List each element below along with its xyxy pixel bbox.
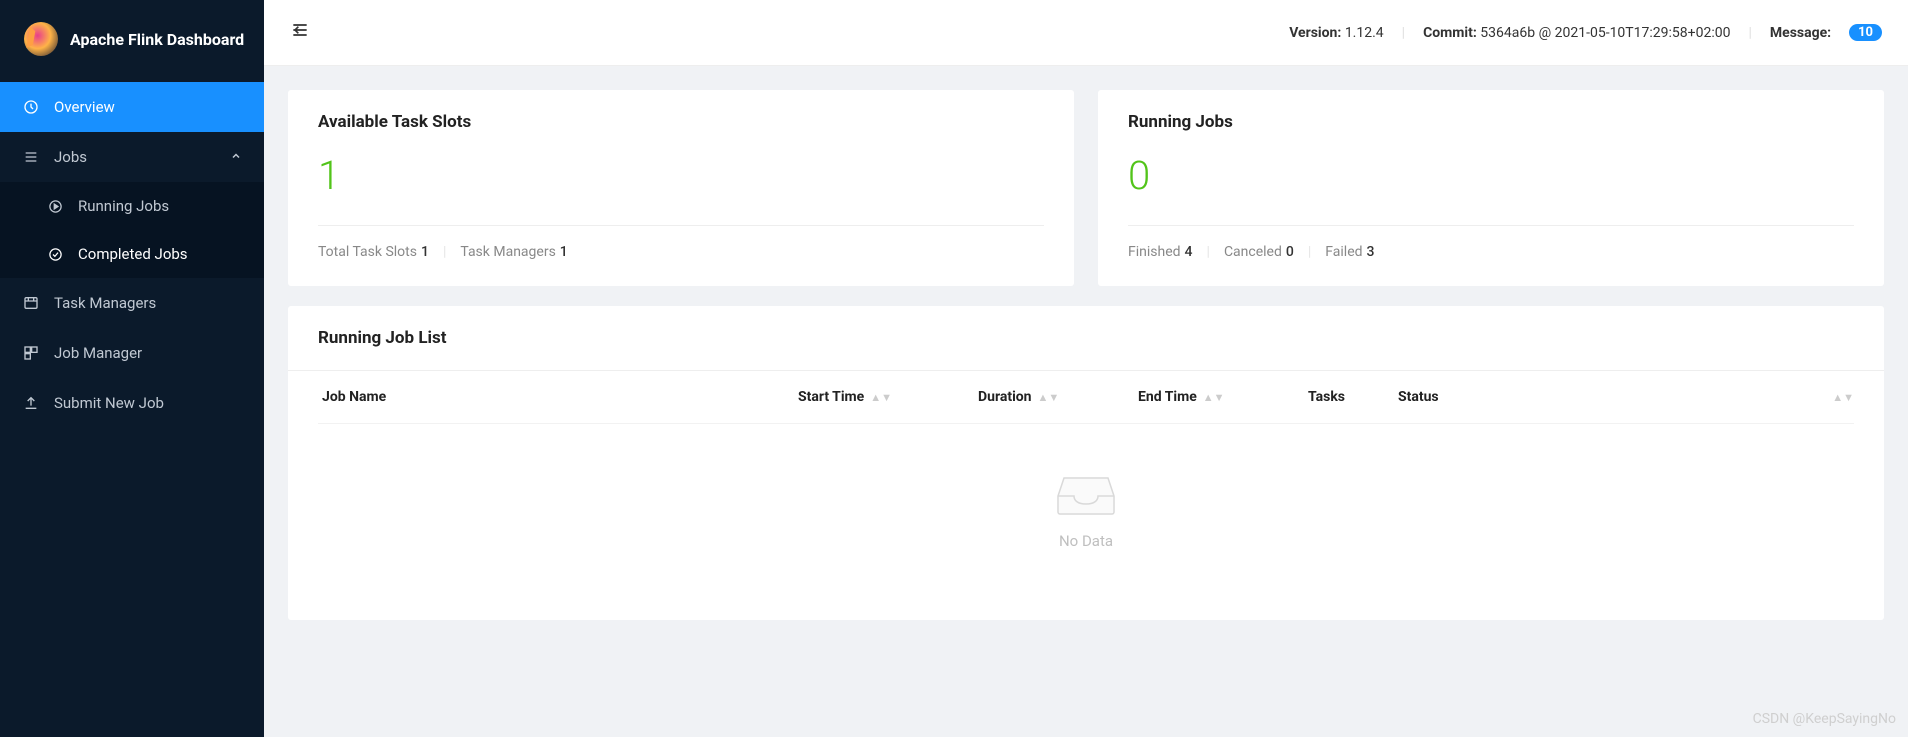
jobs-substats: Finished4 | Canceled0 | Failed 3: [1128, 244, 1854, 260]
running-job-list-card: Running Job List Job Name Start Time▲▼ D…: [288, 306, 1884, 620]
build-icon: [22, 345, 40, 361]
upload-icon: [22, 395, 40, 411]
dashboard-icon: [22, 99, 40, 115]
message-label: Message:: [1770, 25, 1831, 41]
col-start-time[interactable]: Start Time▲▼: [798, 389, 978, 405]
version-value: 1.12.4: [1345, 25, 1384, 41]
sidebar-item-label: Job Manager: [54, 344, 142, 362]
finished-value: 4: [1185, 244, 1193, 260]
job-table: Job Name Start Time▲▼ Duration▲▼ End Tim…: [318, 371, 1854, 620]
sort-icon: ▲▼: [1203, 394, 1225, 401]
col-tasks[interactable]: Tasks: [1308, 389, 1398, 405]
list-icon: [22, 149, 40, 165]
card-title: Running Jobs: [1128, 112, 1854, 132]
canceled-label: Canceled: [1224, 244, 1282, 260]
task-managers-value: 1: [560, 244, 568, 260]
running-jobs-value: 0: [1128, 152, 1854, 199]
table-header: Job Name Start Time▲▼ Duration▲▼ End Tim…: [318, 371, 1854, 424]
total-slots-label: Total Task Slots: [318, 244, 417, 260]
schedule-icon: [22, 295, 40, 311]
sidebar-item-running-jobs[interactable]: Running Jobs: [0, 182, 264, 230]
col-duration[interactable]: Duration▲▼: [978, 389, 1138, 405]
total-slots-value: 1: [421, 244, 429, 260]
play-circle-icon: [46, 199, 64, 214]
version-label: Version:: [1289, 25, 1341, 41]
sidebar-item-submit-new-job[interactable]: Submit New Job: [0, 378, 264, 428]
sort-icon: ▲▼: [1038, 394, 1060, 401]
failed-value: 3: [1367, 244, 1375, 260]
separator: |: [1207, 244, 1210, 260]
sidebar-item-label: Jobs: [54, 148, 87, 166]
stats-row: Available Task Slots 1 Total Task Slots1…: [288, 90, 1884, 286]
sort-icon: ▲▼: [870, 394, 892, 401]
sidebar-item-label: Completed Jobs: [78, 245, 188, 263]
commit-value: 5364a6b @ 2021-05-10T17:29:58+02:00: [1480, 25, 1730, 41]
finished-label: Finished: [1128, 244, 1181, 260]
card-title: Available Task Slots: [318, 112, 1044, 132]
sidebar-item-overview[interactable]: Overview: [0, 82, 264, 132]
available-slots-value: 1: [318, 152, 1044, 199]
failed-label: Failed: [1325, 244, 1362, 260]
separator: |: [1748, 25, 1751, 41]
inbox-icon: [1056, 474, 1116, 518]
running-jobs-card: Running Jobs 0 Finished4 | Canceled0 | F…: [1098, 90, 1884, 286]
topbar: Version: 1.12.4 | Commit: 5364a6b @ 2021…: [264, 0, 1908, 66]
sidebar-item-completed-jobs[interactable]: Completed Jobs: [0, 230, 264, 278]
app-title: Apache Flink Dashboard: [70, 30, 244, 49]
card-title: Running Job List: [318, 328, 1854, 370]
check-circle-icon: [46, 247, 64, 262]
separator: |: [1308, 244, 1311, 260]
sidebar-item-label: Running Jobs: [78, 197, 169, 215]
message-count-badge[interactable]: 10: [1849, 24, 1882, 41]
available-slots-card: Available Task Slots 1 Total Task Slots1…: [288, 90, 1074, 286]
sidebar-menu: Overview Jobs Running Jobs: [0, 78, 264, 428]
logo-row: Apache Flink Dashboard: [0, 0, 264, 78]
separator: |: [1402, 25, 1405, 41]
col-status[interactable]: Status▲▼: [1398, 389, 1854, 405]
col-job-name[interactable]: Job Name: [318, 389, 798, 405]
sidebar-item-jobs[interactable]: Jobs: [0, 132, 264, 182]
divider: [1128, 225, 1854, 226]
separator: |: [443, 244, 446, 260]
menu-collapse-icon[interactable]: [290, 20, 310, 45]
chevron-up-icon: [230, 148, 242, 166]
slots-substats: Total Task Slots1 | Task Managers1: [318, 244, 1044, 260]
commit-label: Commit:: [1423, 25, 1477, 41]
sidebar-item-label: Overview: [54, 98, 115, 116]
divider: [318, 225, 1044, 226]
content: Available Task Slots 1 Total Task Slots1…: [264, 66, 1908, 737]
flink-logo-icon: [24, 22, 58, 56]
topbar-info: Version: 1.12.4 | Commit: 5364a6b @ 2021…: [1289, 24, 1882, 41]
sidebar-item-label: Submit New Job: [54, 394, 164, 412]
col-end-time[interactable]: End Time▲▼: [1138, 389, 1308, 405]
sidebar-item-job-manager[interactable]: Job Manager: [0, 328, 264, 378]
canceled-value: 0: [1286, 244, 1294, 260]
sidebar-item-task-managers[interactable]: Task Managers: [0, 278, 264, 328]
empty-text: No Data: [1059, 532, 1113, 550]
sidebar: Apache Flink Dashboard Overview Jobs: [0, 0, 264, 737]
task-managers-label: Task Managers: [460, 244, 555, 260]
sidebar-item-label: Task Managers: [54, 294, 156, 312]
main-area: Version: 1.12.4 | Commit: 5364a6b @ 2021…: [264, 0, 1908, 737]
sort-icon: ▲▼: [1832, 394, 1854, 401]
empty-state: No Data: [318, 424, 1854, 620]
